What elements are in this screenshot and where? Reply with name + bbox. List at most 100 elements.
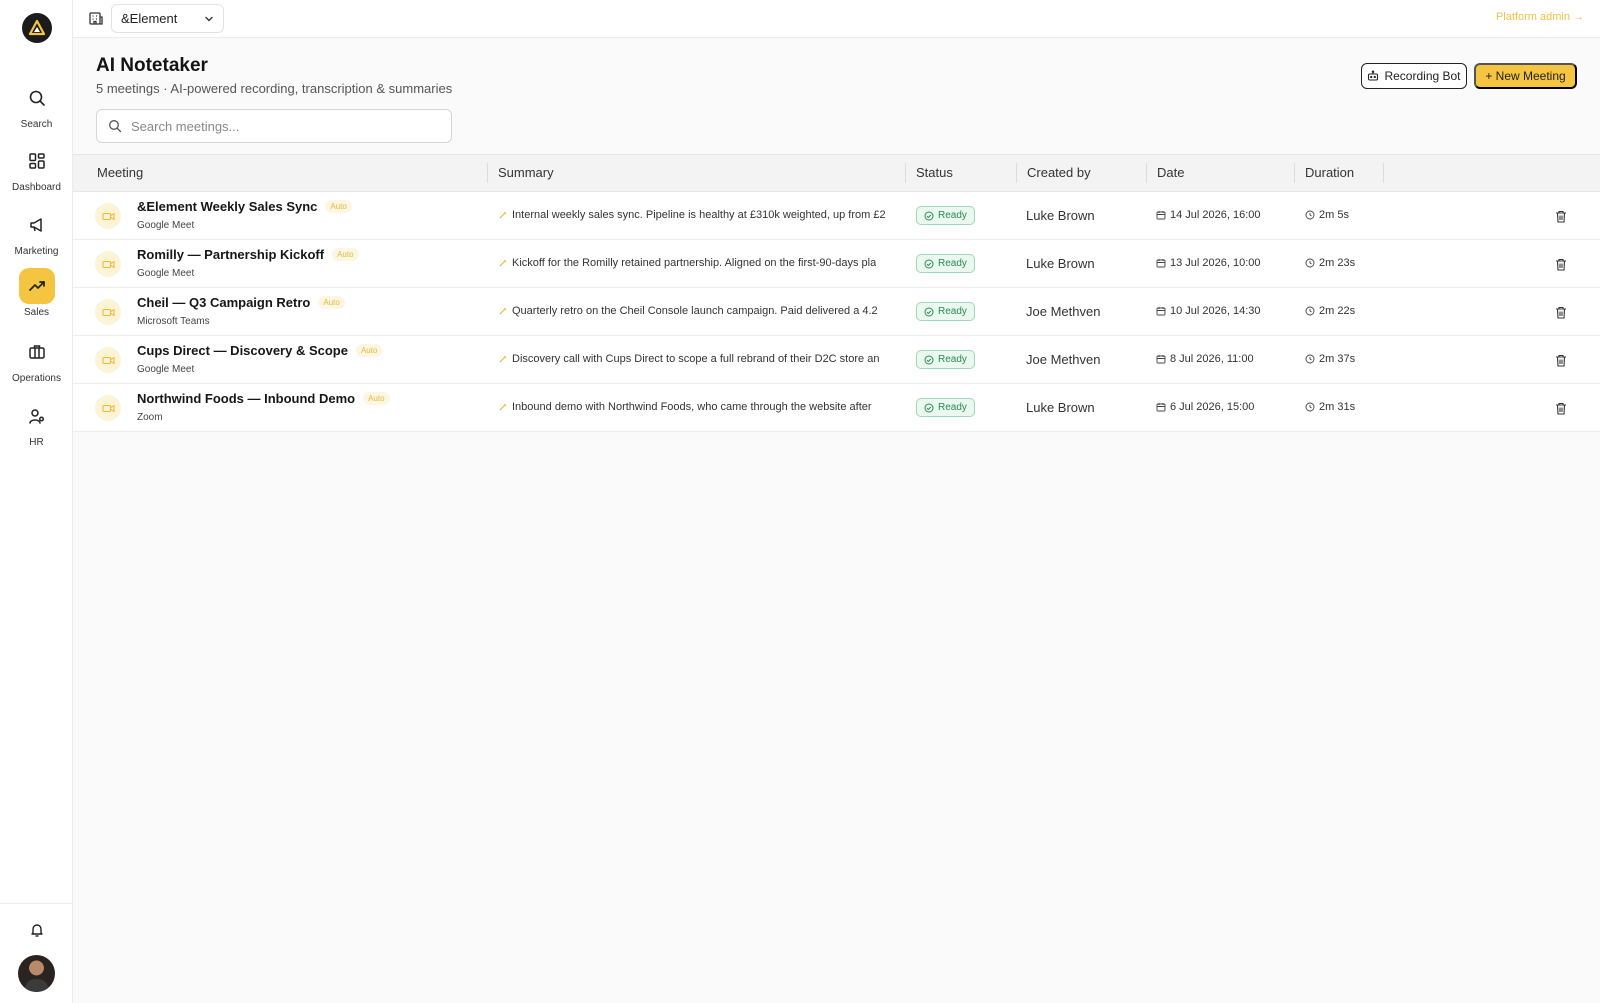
status-badge: Ready [916,254,975,273]
table-row[interactable]: &Element Weekly Sales Sync Auto Google Me… [73,192,1600,240]
check-circle-icon [924,355,934,364]
recording-bot-button[interactable]: Recording Bot [1361,63,1467,89]
meeting-platform: Google Meet [137,268,195,279]
new-meeting-button[interactable]: + New Meeting [1474,63,1577,89]
status-badge: Ready [916,206,975,225]
sparkle-icon [499,307,507,315]
duration-text: 2m 37s [1319,353,1356,365]
org-selector-value: &Element [121,11,178,26]
calendar-icon [1156,211,1166,220]
status-text: Ready [938,258,967,269]
meeting-summary: Quarterly retro on the Cheil Console lau… [498,305,891,317]
table-row[interactable]: Cups Direct — Discovery & Scope Auto Goog… [73,336,1600,384]
table-row[interactable]: Northwind Foods — Inbound Demo Auto Zoom … [73,384,1600,432]
chevron-down-icon [205,16,213,21]
meeting-title-text: Cheil — Q3 Campaign Retro [137,295,311,310]
user-avatar[interactable] [18,955,55,992]
trash-icon[interactable] [1553,256,1569,272]
meeting-summary: Internal weekly sales sync. Pipeline is … [498,209,891,221]
summary-text: Internal weekly sales sync. Pipeline is … [512,209,886,221]
sidebar-item-hr[interactable]: HR [0,398,73,448]
status-text: Ready [938,306,967,317]
sidebar-item-sales[interactable]: Sales [0,268,73,318]
sidebar-item-label: Dashboard [12,182,61,193]
meeting-title[interactable]: &Element Weekly Sales Sync Auto [137,199,352,214]
trash-icon[interactable] [1553,352,1569,368]
dashboard-icon [19,143,55,179]
sidebar-item-operations[interactable]: Operations [0,334,73,384]
bell-icon[interactable] [27,920,47,940]
sidebar-item-search[interactable]: Search [0,80,73,130]
summary-text: Kickoff for the Romilly retained partner… [512,257,877,269]
sparkle-icon [499,403,507,411]
auto-badge: Auto [332,248,359,261]
sidebar-item-label: Operations [12,373,61,384]
column-header-created-by[interactable]: Created by [1017,155,1091,191]
meeting-date: 13 Jul 2026, 10:00 [1156,257,1261,269]
column-header-duration[interactable]: Duration [1295,155,1354,191]
meeting-title[interactable]: Romilly — Partnership Kickoff Auto [137,247,359,262]
meeting-duration: 2m 31s [1305,401,1355,413]
duration-text: 2m 5s [1319,209,1349,221]
meeting-platform: Zoom [137,412,163,423]
meeting-summary: Kickoff for the Romilly retained partner… [498,257,891,269]
trash-icon[interactable] [1553,304,1569,320]
duration-text: 2m 23s [1319,257,1356,269]
meeting-title-text: Romilly — Partnership Kickoff [137,247,325,262]
meeting-platform: Microsoft Teams [137,316,210,327]
video-camera-icon [95,251,121,277]
app-logo[interactable] [22,13,52,43]
megaphone-icon [19,207,55,243]
column-header-date[interactable]: Date [1147,155,1184,191]
status-badge: Ready [916,350,975,369]
meeting-date: 14 Jul 2026, 16:00 [1156,209,1261,221]
date-text: 13 Jul 2026, 10:00 [1170,257,1261,269]
platform-admin-link[interactable]: Platform admin → [1496,11,1584,23]
search-icon [109,120,122,133]
table-row[interactable]: Romilly — Partnership Kickoff Auto Google… [73,240,1600,288]
auto-badge: Auto [318,296,345,309]
meeting-title[interactable]: Cheil — Q3 Campaign Retro Auto [137,295,345,310]
auto-badge: Auto [325,200,352,213]
sidebar-item-dashboard[interactable]: Dashboard [0,143,73,193]
meeting-title[interactable]: Northwind Foods — Inbound Demo Auto [137,391,390,406]
calendar-icon [1156,403,1166,412]
logo-triangle-icon [28,19,46,36]
search-icon [19,80,55,116]
meeting-title-text: &Element Weekly Sales Sync [137,199,318,214]
meeting-summary: Discovery call with Cups Direct to scope… [498,353,891,365]
sidebar-item-marketing[interactable]: Marketing [0,207,73,257]
org-selector[interactable]: &Element [111,4,224,33]
meetings-table: Meeting Summary Status Created by Date D… [73,154,1600,432]
table-header: Meeting Summary Status Created by Date D… [73,154,1600,192]
check-circle-icon [924,307,934,316]
meeting-title-text: Cups Direct — Discovery & Scope [137,343,348,358]
trash-icon[interactable] [1553,208,1569,224]
column-divider [1383,163,1384,183]
video-camera-icon [95,299,121,325]
table-row[interactable]: Cheil — Q3 Campaign Retro Auto Microsoft … [73,288,1600,336]
search-input[interactable] [131,118,431,134]
top-bar: &Element Platform admin → [73,0,1600,38]
date-text: 6 Jul 2026, 15:00 [1170,401,1255,413]
status-text: Ready [938,402,967,413]
meeting-title[interactable]: Cups Direct — Discovery & Scope Auto [137,343,383,358]
created-by: Luke Brown [1026,256,1095,271]
clock-icon [1305,402,1315,412]
meeting-duration: 2m 23s [1305,257,1355,269]
meeting-platform: Google Meet [137,220,195,231]
trending-up-icon [18,268,55,304]
column-header-summary[interactable]: Summary [488,155,554,191]
column-header-meeting[interactable]: Meeting [87,155,143,191]
trash-icon[interactable] [1553,400,1569,416]
bot-icon [1368,70,1379,81]
status-text: Ready [938,354,967,365]
calendar-icon [1156,355,1166,364]
building-icon[interactable] [88,10,104,26]
column-header-status[interactable]: Status [906,155,953,191]
calendar-icon [1156,259,1166,268]
sidebar-item-label: Sales [23,307,49,318]
summary-text: Quarterly retro on the Cheil Console lau… [512,305,878,317]
created-by: Joe Methven [1026,304,1101,319]
page-subtitle: 5 meetings · AI-powered recording, trans… [96,81,453,96]
